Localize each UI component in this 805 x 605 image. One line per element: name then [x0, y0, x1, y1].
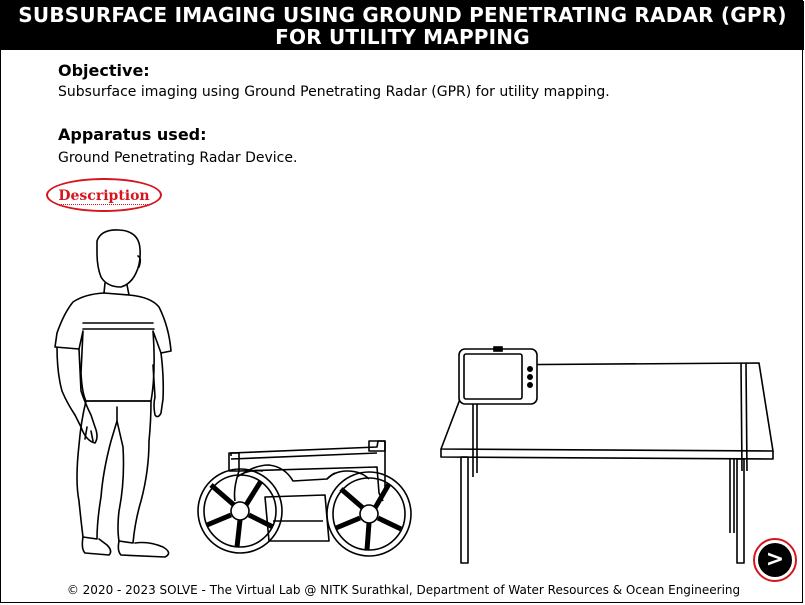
tablet-figure [458, 346, 538, 405]
person-figure [54, 229, 172, 558]
lab-scene [54, 229, 774, 564]
footer-credit: © 2020 - 2023 SOLVE - The Virtual Lab @ … [66, 583, 741, 597]
next-arrow-icon: > [758, 543, 792, 577]
gpr-cart-device [197, 440, 412, 557]
next-button[interactable]: > [753, 538, 797, 582]
lab-frame: SUBSURFACE IMAGING USING GROUND PENETRAT… [0, 0, 804, 603]
